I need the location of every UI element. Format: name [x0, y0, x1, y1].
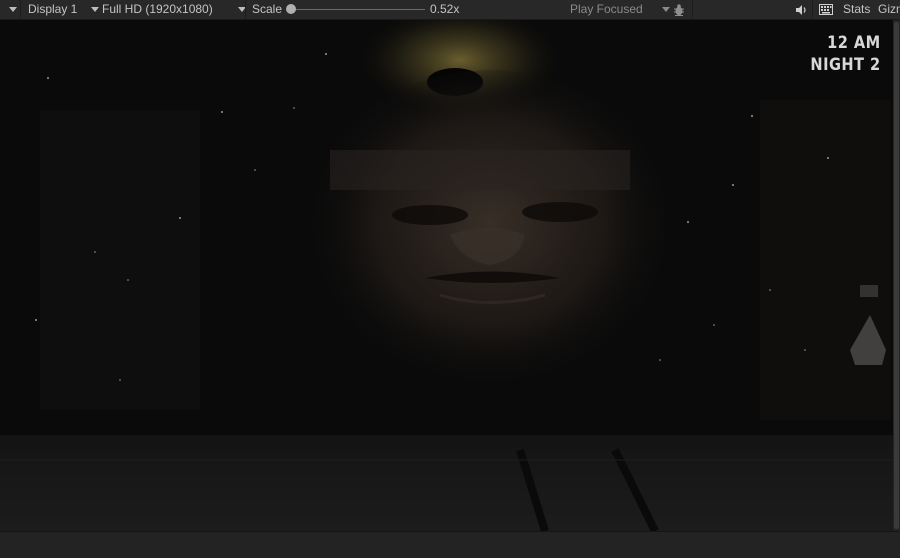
- game-scene-render: [0, 20, 893, 531]
- resolution-dropdown-label: Full HD (1920x1080): [102, 2, 213, 16]
- night-counter: NIGHT 2: [810, 55, 881, 75]
- chevron-down-icon: [90, 7, 99, 13]
- toolbar-menu-button[interactable]: [9, 0, 17, 19]
- toolbar-divider: [245, 0, 246, 19]
- scrollbar-thumb[interactable]: [894, 22, 899, 529]
- display-dropdown[interactable]: Display 1: [28, 0, 99, 19]
- bottom-status-bar: [0, 531, 900, 558]
- mute-audio-button[interactable]: [795, 0, 808, 19]
- scale-value: 0.52x: [430, 2, 460, 16]
- resolution-dropdown[interactable]: Full HD (1920x1080): [102, 0, 247, 19]
- toolbar-divider: [20, 0, 21, 19]
- scale-slider-track[interactable]: [291, 9, 425, 10]
- game-view-toolbar: Display 1 Full HD (1920x1080) Scale 0.52…: [0, 0, 900, 20]
- keyboard-icon: [819, 4, 833, 16]
- bug-icon: [674, 4, 684, 16]
- display-dropdown-label: Display 1: [28, 2, 78, 16]
- chevron-down-icon: [9, 7, 17, 13]
- gizmos-button[interactable]: Gizmos: [878, 0, 900, 19]
- shortcuts-button[interactable]: [819, 0, 833, 19]
- game-viewport[interactable]: 12 AM NIGHT 2: [0, 20, 893, 531]
- chevron-down-icon: [662, 7, 671, 13]
- scale-slider-handle[interactable]: [286, 4, 296, 14]
- speaker-icon: [796, 4, 806, 15]
- toolbar-divider: [692, 0, 693, 19]
- play-mode-label: Play Focused: [570, 2, 643, 16]
- scale-label: Scale: [252, 2, 283, 16]
- stats-button[interactable]: Stats: [843, 0, 870, 19]
- bug-toggle-button[interactable]: [672, 0, 686, 19]
- clock-time: 12 AM: [827, 33, 881, 53]
- toolbar-divider: [812, 0, 813, 19]
- night-clock-hud: 12 AM NIGHT 2: [811, 32, 881, 76]
- play-mode-dropdown[interactable]: Play Focused: [570, 0, 671, 19]
